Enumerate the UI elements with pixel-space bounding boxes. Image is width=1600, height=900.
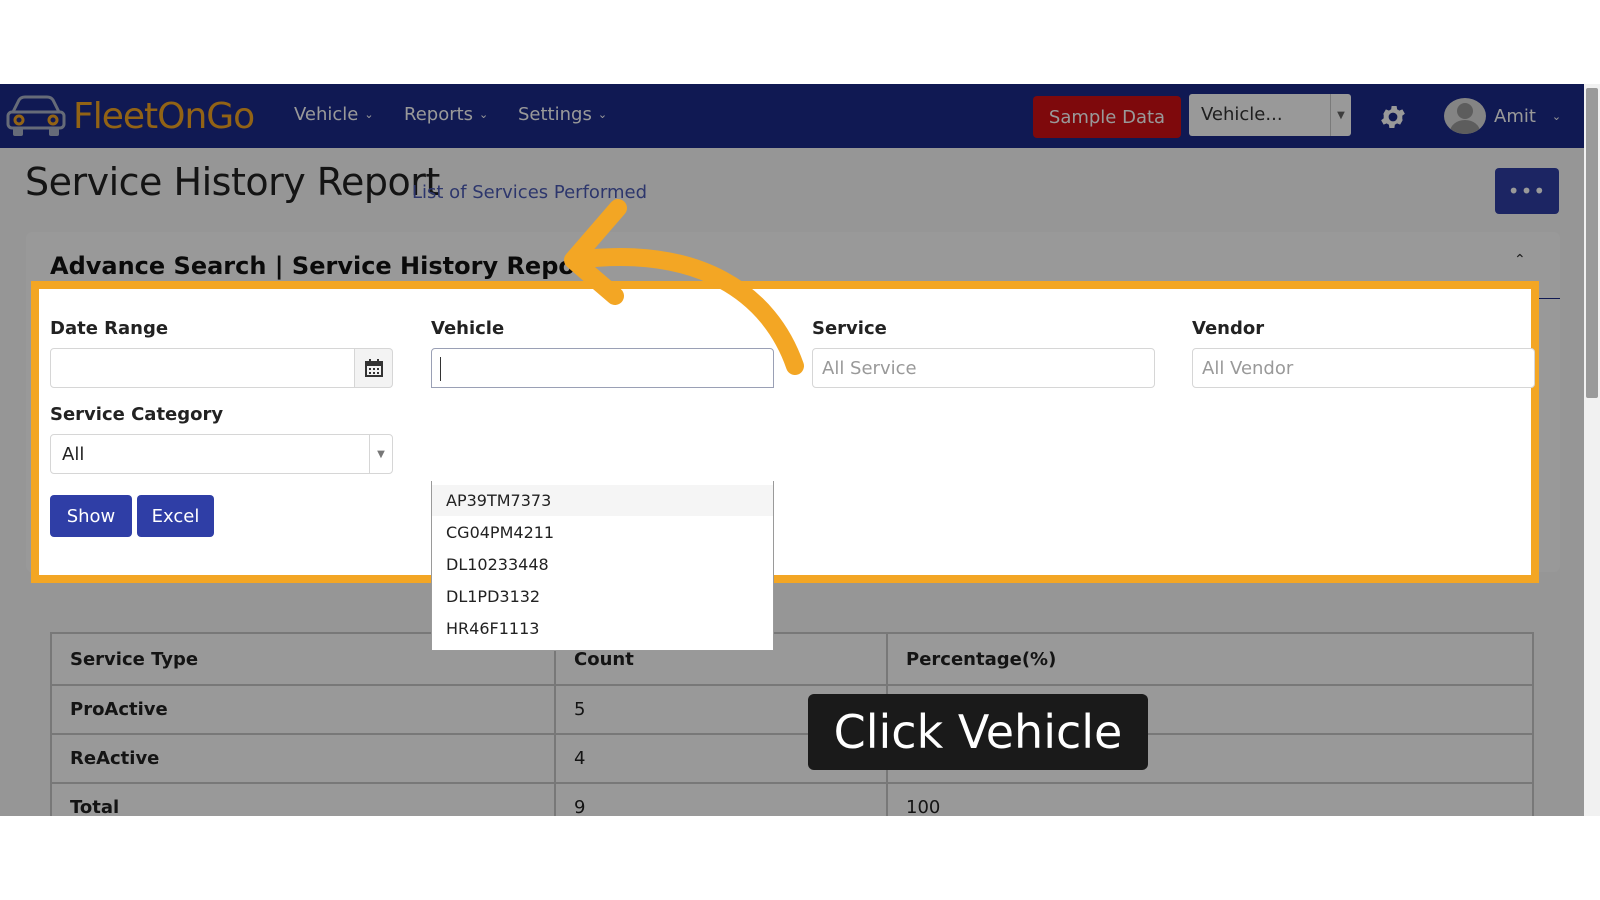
app-window: FleetOnGo Vehicle ⌄ Reports ⌄ Settings ⌄… <box>0 84 1584 816</box>
scrollbar-thumb[interactable] <box>1586 88 1598 398</box>
pointer-arrow-icon <box>564 199 804 375</box>
page-scrollbar[interactable] <box>1584 84 1600 816</box>
